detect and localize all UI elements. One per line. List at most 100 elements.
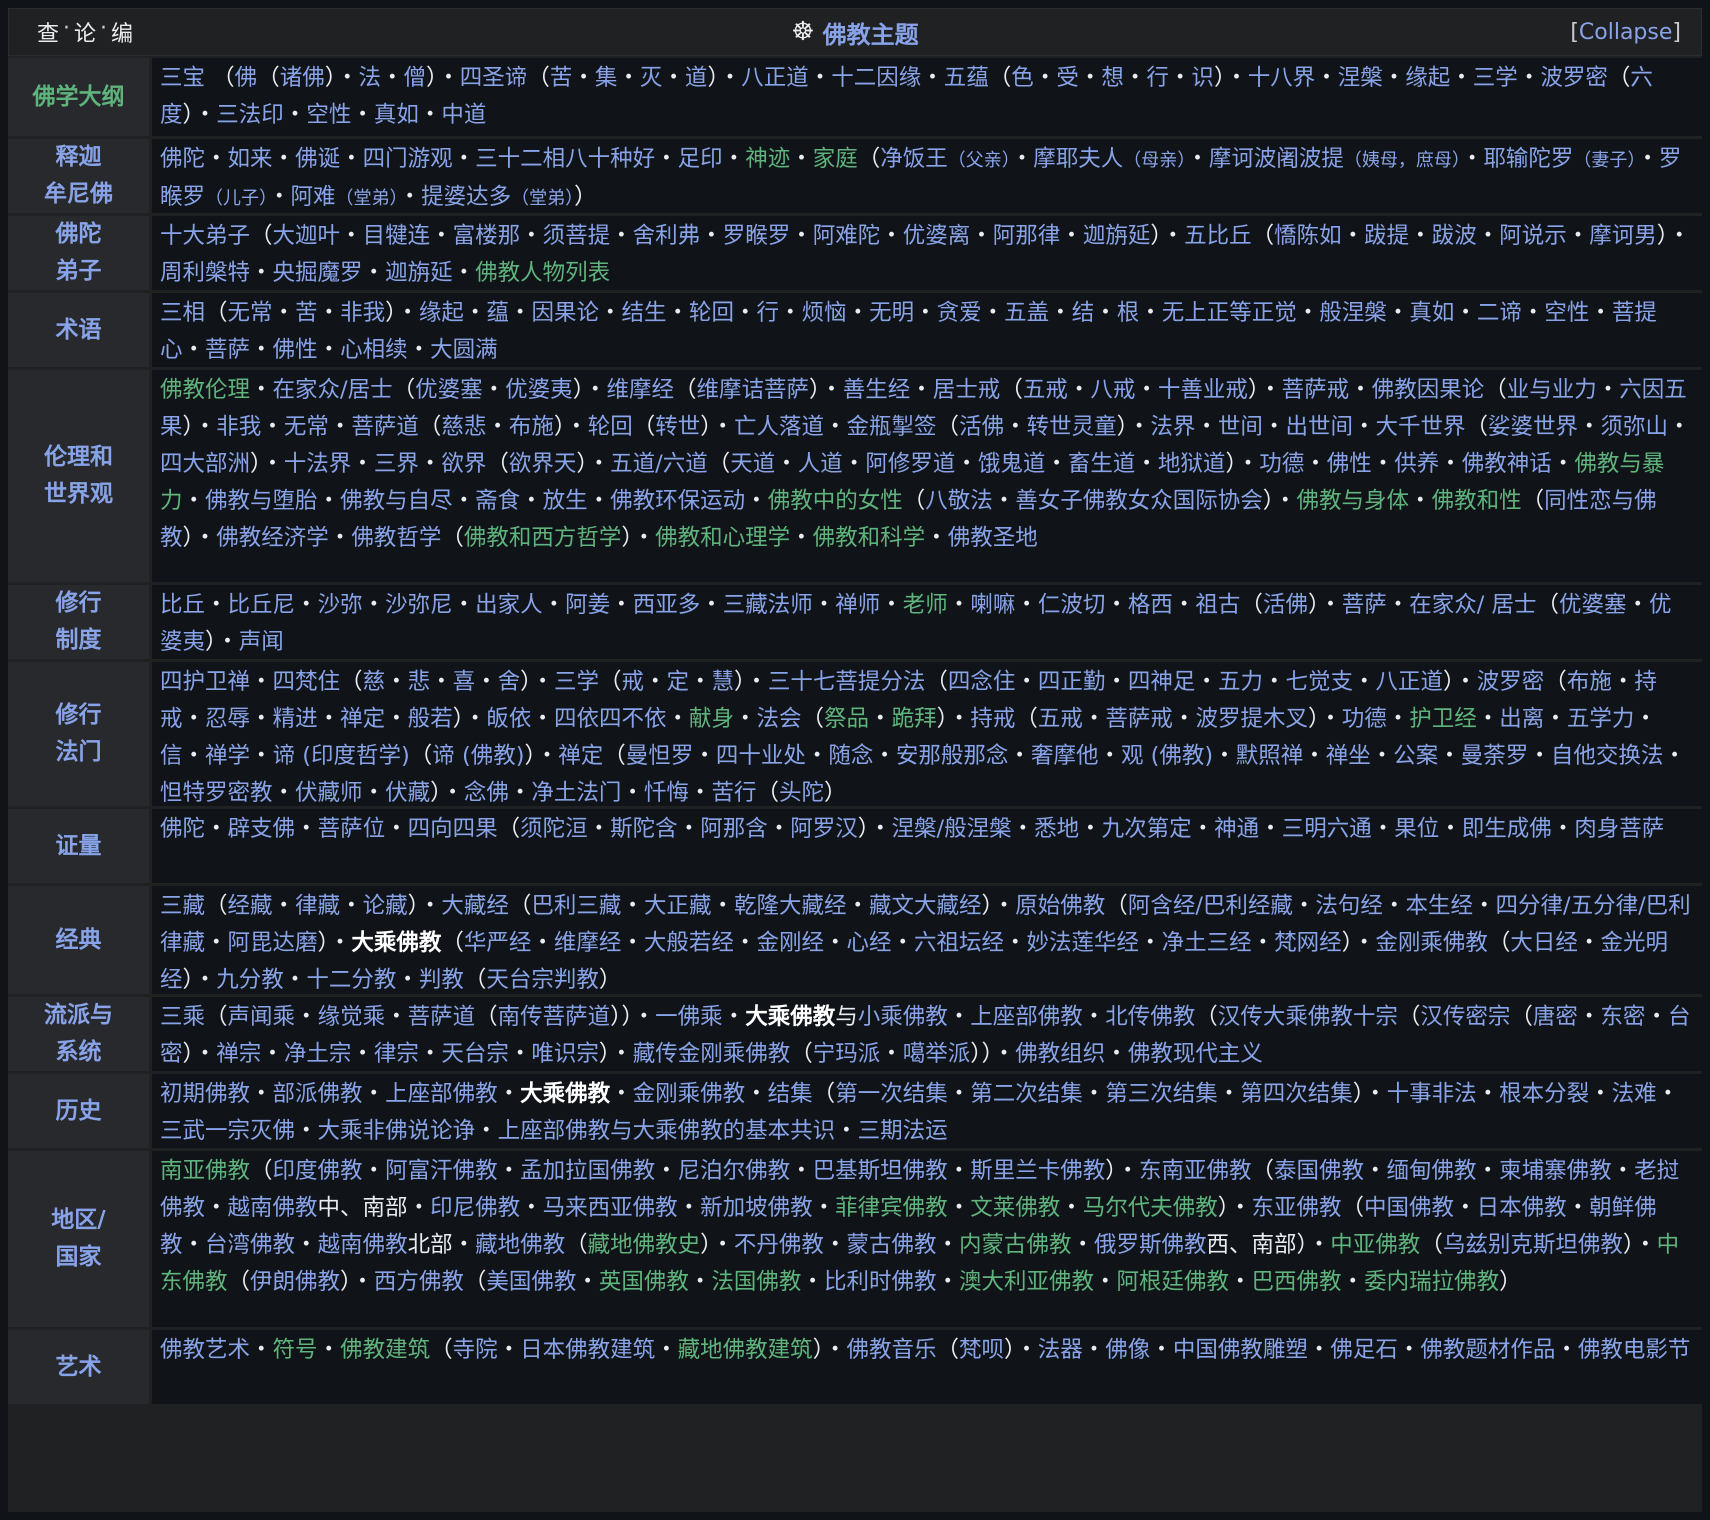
list-link[interactable]: 大正藏	[644, 893, 712, 919]
list-link[interactable]: 佛性	[1327, 451, 1372, 477]
list-link[interactable]: 活佛	[1263, 592, 1308, 618]
list-link[interactable]: 三期法运	[858, 1118, 948, 1144]
list-link[interactable]: 第四次结集	[1240, 1081, 1353, 1107]
list-link[interactable]: 三十二相八十种好	[475, 146, 655, 172]
list-link[interactable]: 中亚佛教	[1330, 1232, 1420, 1258]
navbox-group-label[interactable]: 艺术	[8, 1330, 149, 1404]
list-link[interactable]: 阿那含	[700, 816, 768, 842]
list-link[interactable]: 识	[1191, 65, 1214, 91]
list-link[interactable]: 迦旃延	[1083, 223, 1151, 249]
list-link[interactable]: 辟支佛	[228, 816, 296, 842]
list-link[interactable]: 行	[1146, 65, 1169, 91]
list-link[interactable]: 三宝	[160, 65, 205, 91]
list-link[interactable]: 斯陀含	[610, 816, 678, 842]
list-link[interactable]: 维摩经	[606, 377, 674, 403]
list-link[interactable]: 上座部佛教与大乘佛教的基本共识	[498, 1118, 836, 1144]
list-link[interactable]: 十善业戒	[1158, 377, 1248, 403]
list-link[interactable]: 中道	[441, 102, 486, 128]
list-link[interactable]: 英国佛教	[599, 1269, 689, 1295]
list-link[interactable]: 净土宗	[284, 1041, 352, 1067]
list-link[interactable]: 第三次结集	[1105, 1081, 1218, 1107]
list-link[interactable]: 阿说示	[1499, 223, 1567, 249]
list-link[interactable]: 转世灵童	[1027, 414, 1117, 440]
list-link[interactable]: 佛像	[1105, 1337, 1150, 1363]
list-link[interactable]: 摩诃波阇波提	[1209, 146, 1344, 172]
list-link[interactable]: 比丘	[160, 592, 205, 618]
list-link[interactable]: 蒙古佛教	[846, 1232, 936, 1258]
list-link[interactable]: 菩萨位	[318, 816, 386, 842]
list-link[interactable]: 三学	[554, 669, 599, 695]
list-link[interactable]: 佛教建筑	[340, 1337, 430, 1363]
list-link[interactable]: 声闻乘	[228, 1004, 296, 1030]
list-link[interactable]: 定	[667, 669, 690, 695]
list-link[interactable]: 日本佛教建筑	[520, 1337, 655, 1363]
list-link[interactable]: 转世	[655, 414, 700, 440]
list-link[interactable]: 三藏	[160, 893, 205, 919]
navbox-group-label[interactable]: 历史	[8, 1074, 149, 1148]
list-link[interactable]: 优婆离	[903, 223, 971, 249]
list-link[interactable]: 法国佛教	[711, 1269, 801, 1295]
list-link[interactable]: 禅定	[558, 743, 603, 769]
list-link[interactable]: 活佛	[959, 414, 1004, 440]
list-link[interactable]: 自他交换法	[1551, 743, 1664, 769]
navbox-group-label[interactable]: 佛陀 弟子	[8, 216, 149, 290]
list-link[interactable]: 法器	[1038, 1337, 1083, 1363]
list-link[interactable]: 原始佛教	[1015, 893, 1105, 919]
list-link[interactable]: 神迹	[745, 146, 790, 172]
list-link[interactable]: 受	[1056, 65, 1079, 91]
list-link[interactable]: 乌兹别克斯坦佛教	[1443, 1232, 1623, 1258]
list-link[interactable]: 六祖坛经	[914, 930, 1004, 956]
list-link[interactable]: 悲	[408, 669, 431, 695]
list-link[interactable]: 噶举派	[903, 1041, 971, 1067]
list-link[interactable]: 四向四果	[408, 816, 498, 842]
list-link[interactable]: 佛陀	[160, 816, 205, 842]
list-link[interactable]: 四神足	[1128, 669, 1196, 695]
list-link[interactable]: 苦	[550, 65, 573, 91]
navbox-title-text[interactable]: 佛教主题	[823, 15, 919, 50]
list-link[interactable]: 饿鬼道	[978, 451, 1046, 477]
list-link[interactable]: 禅师	[835, 592, 880, 618]
list-link[interactable]: 般若	[408, 706, 453, 732]
list-link[interactable]: 亡人落道	[734, 414, 824, 440]
navbox-group-label[interactable]: 释迦 牟尼佛	[8, 139, 149, 213]
list-link[interactable]: 日本佛教	[1477, 1195, 1567, 1221]
list-link[interactable]: 四依四不依	[554, 706, 667, 732]
list-link[interactable]: 尼泊尔佛教	[678, 1158, 791, 1184]
list-link[interactable]: 佛陀	[160, 146, 205, 172]
list-annotation-link[interactable]: （母亲）	[1123, 150, 1186, 171]
list-link[interactable]: 放生	[543, 488, 588, 514]
navbox-group-label[interactable]: 伦理和 世界观	[8, 370, 149, 582]
list-link[interactable]: 贪爱	[937, 300, 982, 326]
list-link[interactable]: 十八界	[1248, 65, 1316, 91]
list-link[interactable]: 提婆达多	[421, 184, 511, 210]
list-link[interactable]: 巴西佛教	[1252, 1269, 1342, 1295]
list-link[interactable]: 优婆夷	[505, 377, 573, 403]
list-link[interactable]: 佛教与自尽	[340, 488, 453, 514]
list-link[interactable]: 马来西亚佛教	[543, 1195, 678, 1221]
list-link[interactable]: 波罗提木叉	[1195, 706, 1308, 732]
list-link[interactable]: 菩萨道	[351, 414, 419, 440]
list-link[interactable]: 阿那律	[993, 223, 1061, 249]
list-link[interactable]: 喇嘛	[970, 592, 1015, 618]
list-link[interactable]: 五比丘	[1184, 223, 1252, 249]
list-link[interactable]: 曼荼罗	[1461, 743, 1529, 769]
list-annotation-link[interactable]: （妻子）	[1573, 150, 1636, 171]
list-link[interactable]: 大藏经	[441, 893, 509, 919]
list-link[interactable]: 四念住	[948, 669, 1016, 695]
list-link[interactable]: 法会	[757, 706, 802, 732]
list-link[interactable]: 足印	[678, 146, 723, 172]
list-link[interactable]: 善女子佛教女众国际协会	[1015, 488, 1263, 514]
list-link[interactable]: 三藏法师	[723, 592, 813, 618]
list-link[interactable]: 缅甸佛教	[1387, 1158, 1477, 1184]
list-link[interactable]: 澳大利亚佛教	[959, 1269, 1094, 1295]
list-link[interactable]: 三法印	[216, 102, 284, 128]
list-link[interactable]: 家庭	[813, 146, 858, 172]
list-link[interactable]: 上座部佛教	[385, 1081, 498, 1107]
navbox-group-label[interactable]: 流派与 系统	[8, 997, 149, 1071]
navbox-group-label[interactable]: 修行 制度	[8, 585, 149, 659]
list-link[interactable]: 伏藏师	[295, 780, 363, 806]
list-link[interactable]: 东密	[1600, 1004, 1645, 1030]
list-link[interactable]: 须菩提	[543, 223, 611, 249]
list-link[interactable]: 十二分教	[306, 967, 396, 993]
list-link[interactable]: 禅宗	[216, 1041, 261, 1067]
